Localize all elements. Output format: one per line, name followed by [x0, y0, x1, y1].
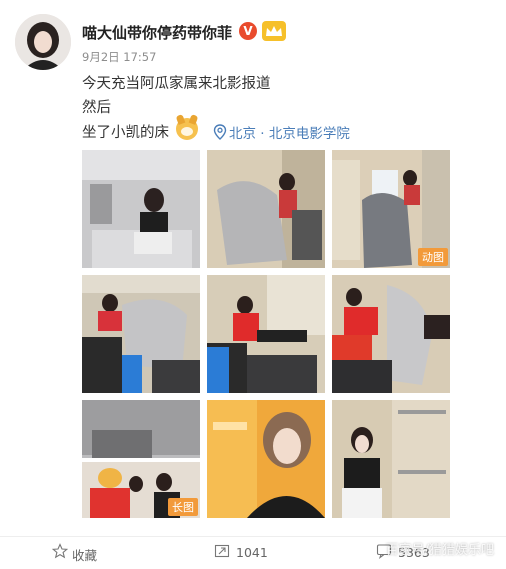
watermark: 百家号/猎猎娱乐吧	[385, 543, 494, 558]
photo-grid: 动图 长图	[82, 150, 450, 518]
repost-count[interactable]: 1041	[236, 545, 268, 560]
photo-tile[interactable]	[82, 150, 200, 268]
username[interactable]: 喵大仙带你停药带你菲	[82, 22, 232, 43]
star-icon[interactable]	[52, 543, 68, 559]
post-text-line: 然后	[82, 100, 111, 116]
photo-tile[interactable]: 长图	[82, 400, 200, 518]
crown-icon	[262, 21, 286, 41]
gif-tag: 动图	[418, 248, 448, 266]
favorite-button[interactable]: 收藏	[72, 545, 97, 564]
post-text-line: 今天充当阿瓜家属来北影报道	[82, 76, 271, 92]
location-pin-icon	[213, 124, 227, 140]
repost-icon[interactable]	[214, 543, 230, 559]
verified-badge: V	[239, 22, 257, 40]
photo-tile[interactable]	[207, 150, 325, 268]
photo-tile[interactable]	[207, 400, 325, 518]
long-image-tag: 长图	[168, 498, 198, 516]
avatar-photo	[15, 14, 71, 70]
dog-emoji-icon	[175, 114, 199, 140]
post-text-line: 坐了小凯的床	[82, 125, 169, 141]
location-link[interactable]: 北京 · 北京电影学院	[229, 122, 350, 142]
photo-tile[interactable]: 动图	[332, 150, 450, 268]
avatar[interactable]	[15, 14, 71, 70]
photo-tile[interactable]	[207, 275, 325, 393]
photo-tile[interactable]	[332, 275, 450, 393]
post-time: 9月2日 17:57	[82, 50, 157, 64]
photo-tile[interactable]	[332, 400, 450, 518]
photo-tile[interactable]	[82, 275, 200, 393]
